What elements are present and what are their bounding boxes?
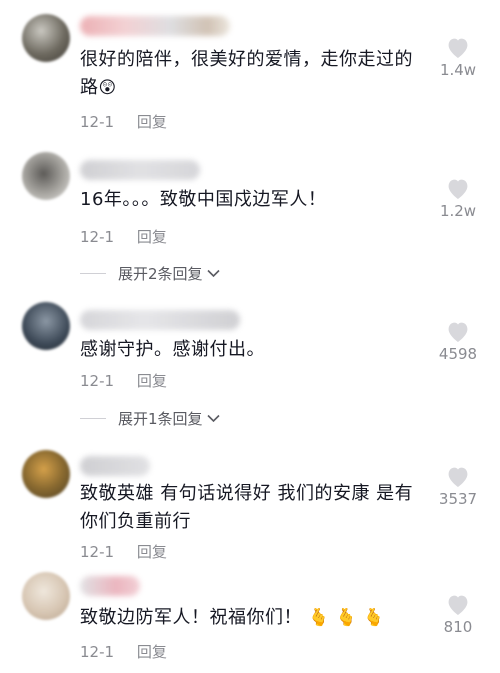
comment-text: 感谢守护。感谢付出。	[80, 339, 265, 360]
comment-date: 12-1	[80, 228, 115, 246]
comment-meta: 12-1 回复	[80, 641, 167, 662]
heart-icon	[448, 467, 468, 487]
comment-text: 致敬边防军人！祝福你们！ 🫰 🫰 🫰	[80, 607, 386, 628]
reply-button[interactable]: 回复	[137, 226, 167, 247]
like-button[interactable]: 1.4w	[428, 36, 488, 79]
comment-meta: 12-1 回复	[80, 226, 167, 247]
astonished-face-icon: 😲	[98, 78, 117, 98]
comment-meta: 12-1 回复	[80, 111, 167, 132]
like-button[interactable]: 3537	[428, 465, 488, 508]
comment-date: 12-1	[80, 543, 115, 561]
reply-button[interactable]: 回复	[137, 641, 167, 662]
like-count: 1.2w	[439, 202, 477, 220]
expand-replies-button[interactable]: 展开2条回复	[80, 263, 220, 284]
reply-button[interactable]: 回复	[137, 111, 167, 132]
finger-heart-icon: 🫰 🫰 🫰	[308, 608, 386, 628]
username[interactable]	[80, 160, 200, 180]
reply-button[interactable]: 回复	[137, 370, 167, 391]
avatar[interactable]	[22, 152, 70, 200]
like-count: 810	[443, 618, 473, 636]
heart-icon	[448, 38, 468, 58]
expand-replies-button[interactable]: 展开1条回复	[80, 408, 220, 429]
comment-meta: 12-1 回复	[80, 541, 167, 562]
username[interactable]	[80, 456, 150, 476]
like-count: 1.4w	[439, 61, 477, 79]
avatar[interactable]	[22, 572, 70, 620]
username[interactable]	[80, 576, 140, 596]
comment-text: 致敬英雄 有句话说得好 我们的安康 是有你们负重前行	[80, 483, 414, 532]
chevron-down-icon	[206, 412, 220, 426]
heart-icon	[448, 595, 468, 615]
chevron-down-icon	[206, 267, 220, 281]
comment-date: 12-1	[80, 372, 115, 390]
comment-date: 12-1	[80, 113, 115, 131]
comment-meta: 12-1 回复	[80, 370, 167, 391]
like-button[interactable]: 4598	[428, 320, 488, 363]
avatar[interactable]	[22, 302, 70, 350]
heart-icon	[448, 322, 468, 342]
expand-replies-label: 展开1条回复	[118, 410, 203, 428]
like-button[interactable]: 1.2w	[428, 177, 488, 220]
username[interactable]	[80, 310, 240, 330]
like-button[interactable]: 810	[428, 593, 488, 636]
reply-button[interactable]: 回复	[137, 541, 167, 562]
username[interactable]	[80, 16, 230, 36]
comment-date: 12-1	[80, 643, 115, 661]
expand-replies-label: 展开2条回复	[118, 265, 203, 283]
like-count: 4598	[438, 345, 478, 363]
like-count: 3537	[438, 490, 478, 508]
divider	[80, 418, 106, 419]
heart-icon	[448, 179, 468, 199]
avatar[interactable]	[22, 14, 70, 62]
divider	[80, 273, 106, 274]
avatar[interactable]	[22, 450, 70, 498]
comment-text: 很好的陪伴，很美好的爱情，走你走过的路😲	[80, 49, 413, 98]
comment-text: 16年。。。致敬中国戍边军人！	[80, 189, 327, 210]
